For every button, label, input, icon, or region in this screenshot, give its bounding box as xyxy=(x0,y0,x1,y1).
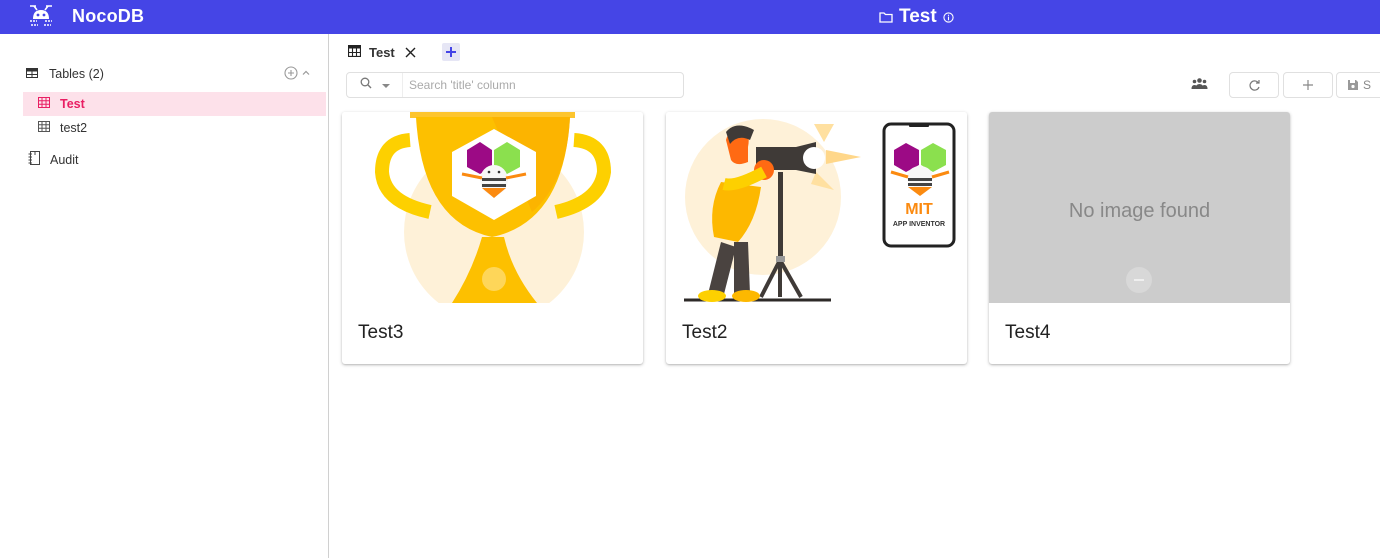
plus-icon xyxy=(446,47,456,57)
add-row-button[interactable] xyxy=(1283,72,1333,98)
project-title: Test xyxy=(899,6,937,27)
caret-down-icon xyxy=(381,76,390,94)
sidebar: Tables (2) Test test2 Audit xyxy=(0,34,329,558)
nocodb-logo-icon xyxy=(30,5,52,26)
gallery-view: Search 'title' column S Test3 MIT APP IN… xyxy=(330,69,1380,558)
sidebar-item-label: Test xyxy=(60,97,85,111)
notebook-icon xyxy=(28,151,40,168)
card-image-placeholder[interactable]: No image found xyxy=(989,112,1290,303)
gallery-card[interactable]: Test3 xyxy=(342,112,643,364)
collapse-chevron-up-icon[interactable] xyxy=(300,67,312,82)
card-title: Test4 xyxy=(1005,322,1051,343)
search-input[interactable] xyxy=(403,78,683,92)
brand[interactable]: NocoDB xyxy=(28,4,144,28)
table-list-icon xyxy=(26,67,38,81)
gallery-card[interactable]: No image found Test4 xyxy=(989,112,1290,364)
sidebar-item-audit[interactable]: Audit xyxy=(28,151,79,168)
collaborators-icon[interactable] xyxy=(1191,77,1208,95)
search-bar xyxy=(346,72,684,98)
search-field-selector[interactable] xyxy=(347,73,403,97)
no-image-text: No image found xyxy=(1068,200,1211,222)
project-title-area[interactable]: Test xyxy=(879,6,954,28)
svg-text:MIT: MIT xyxy=(905,201,933,218)
grid-icon xyxy=(38,121,50,135)
gallery-card[interactable]: MIT APP INVENTOR Test2 xyxy=(666,112,967,364)
save-button[interactable]: S xyxy=(1336,72,1380,98)
sidebar-item-test[interactable]: Test xyxy=(23,92,326,116)
card-title: Test2 xyxy=(682,322,728,343)
grid-icon xyxy=(38,97,50,111)
audit-label: Audit xyxy=(50,152,79,167)
card-image-photographer[interactable]: MIT APP INVENTOR xyxy=(666,112,967,303)
svg-text:APP INVENTOR: APP INVENTOR xyxy=(893,221,945,228)
close-tab-icon[interactable] xyxy=(405,47,416,58)
save-label: S xyxy=(1363,78,1372,92)
tab-test[interactable]: Test xyxy=(332,35,434,69)
grid-icon xyxy=(347,44,362,60)
plus-icon xyxy=(1303,80,1313,90)
tab-label: Test xyxy=(369,44,395,60)
add-tab-button[interactable] xyxy=(442,43,460,61)
add-table-icon[interactable] xyxy=(284,66,298,83)
brand-name: NocoDB xyxy=(72,5,145,26)
info-icon[interactable] xyxy=(943,11,954,23)
folder-icon xyxy=(879,11,893,23)
top-header: NocoDB Test xyxy=(0,0,1380,34)
save-icon xyxy=(1348,80,1358,90)
card-title: Test3 xyxy=(358,322,404,343)
search-icon xyxy=(360,76,372,94)
tables-section-label: Tables (2) xyxy=(49,67,104,81)
carousel-indicator-icon[interactable] xyxy=(1126,267,1152,293)
sidebar-item-test2[interactable]: test2 xyxy=(23,116,326,140)
sidebar-item-label: test2 xyxy=(60,121,88,135)
reload-button[interactable] xyxy=(1229,72,1279,98)
tables-section-header[interactable]: Tables (2) xyxy=(26,66,312,82)
reload-icon xyxy=(1248,79,1260,91)
card-image-trophy[interactable] xyxy=(342,112,643,303)
